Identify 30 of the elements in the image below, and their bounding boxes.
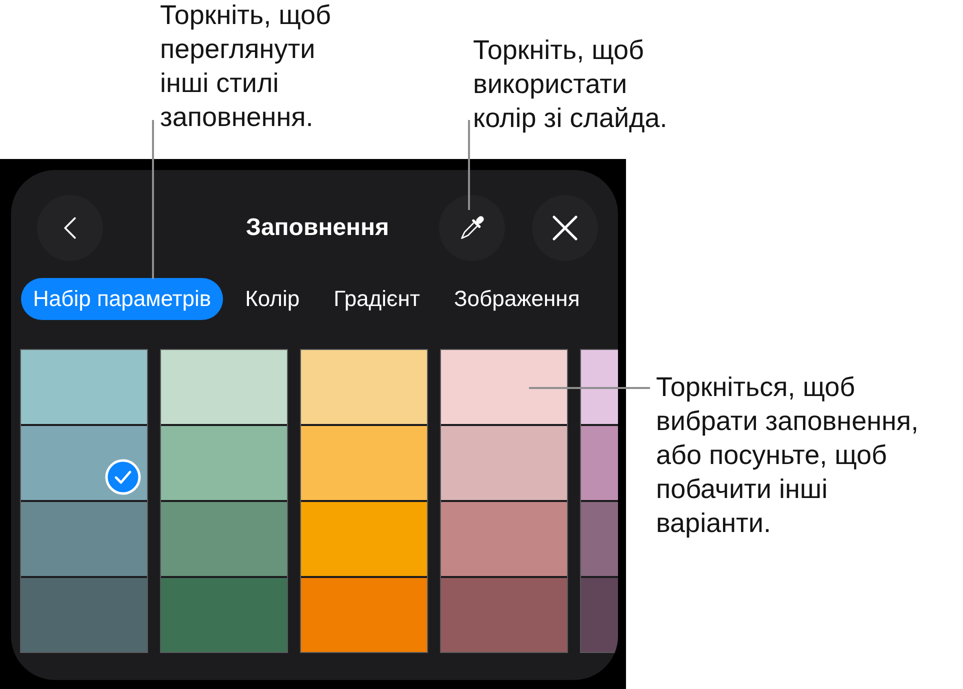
color-swatch[interactable]	[581, 502, 618, 576]
color-swatch[interactable]	[301, 350, 427, 424]
callout-text: Торкніть, щоб використати колір зі слайда.	[473, 34, 668, 135]
callout-text: Торкніться, щоб вибрати заповнення, або посуньте, щоб побачити інші варіанти.	[656, 371, 920, 540]
color-swatch[interactable]	[161, 350, 287, 424]
color-swatch[interactable]	[301, 502, 427, 576]
color-swatch[interactable]	[161, 578, 287, 652]
color-swatch[interactable]	[21, 578, 147, 652]
callout-text: Торкніть, щоб переглянути інші стилі заповнення.	[160, 0, 332, 134]
color-swatch[interactable]	[21, 502, 147, 576]
color-swatch[interactable]	[21, 426, 147, 500]
color-swatch[interactable]	[441, 502, 567, 576]
color-swatch[interactable]	[161, 426, 287, 500]
fill-tab[interactable]: Градієнт	[322, 278, 432, 320]
color-swatch[interactable]	[441, 426, 567, 500]
chevron-left-icon	[63, 216, 77, 240]
color-swatch[interactable]	[441, 350, 567, 424]
fill-tab[interactable]: Набір параметрів	[21, 278, 224, 320]
color-swatch[interactable]	[161, 502, 287, 576]
color-swatch[interactable]	[301, 578, 427, 652]
fill-tab[interactable]: Колір	[233, 278, 312, 320]
panel-title: Заповнення	[246, 214, 390, 242]
color-swatch[interactable]	[441, 578, 567, 652]
fill-tab[interactable]: Зображення	[442, 278, 592, 320]
color-swatch[interactable]	[581, 350, 618, 424]
color-swatch[interactable]	[581, 578, 618, 652]
color-swatch[interactable]	[21, 350, 147, 424]
close-icon	[552, 215, 578, 241]
color-swatch[interactable]	[581, 426, 618, 500]
color-swatch[interactable]	[301, 426, 427, 500]
